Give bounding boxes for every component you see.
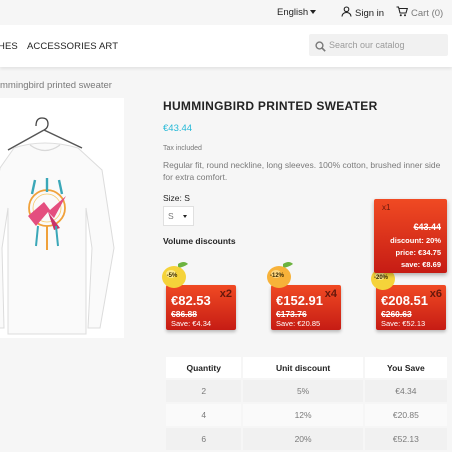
cart-icon — [396, 6, 409, 20]
search-input[interactable] — [329, 37, 444, 53]
discount-card-x4[interactable]: x4 €152.91 €173.76 Save: €20.85 — [271, 285, 341, 330]
table-row: 4 12% €20.85 — [166, 403, 447, 427]
tooltip-discount: discount: 20% — [390, 236, 441, 245]
sweater-illustration — [0, 117, 115, 335]
card-price: €152.91 — [276, 293, 323, 308]
size-label: Size: S — [163, 193, 190, 203]
tooltip-old-price: €43.44 — [413, 222, 441, 232]
nav-item-art[interactable]: ART — [99, 41, 118, 52]
language-label: English — [277, 7, 309, 18]
caret-down-icon — [183, 215, 187, 218]
volume-discount-table: Quantity Unit discount You Save 2 5% €4.… — [166, 357, 447, 452]
card-save: Save: €4.34 — [171, 319, 212, 328]
user-icon — [341, 6, 352, 20]
card-price: €82.53 — [171, 293, 211, 308]
table-row: 2 5% €4.34 — [166, 379, 447, 403]
tooltip-save: save: €8.69 — [400, 260, 441, 269]
table-cell: €4.34 — [363, 379, 447, 403]
badge-percent: -20% — [373, 275, 388, 281]
table-cell: €20.85 — [363, 403, 447, 427]
card-old-price: €260.63 — [381, 309, 412, 319]
column-header-unit-discount: Unit discount — [242, 357, 365, 379]
search-icon[interactable] — [315, 39, 326, 57]
table-row: 6 20% €52.13 — [166, 427, 447, 451]
product-title: HUMMINGBIRD PRINTED SWEATER — [163, 99, 378, 113]
size-select[interactable]: S — [163, 206, 194, 226]
top-bar: English Sign in Cart (0) — [0, 0, 452, 25]
sign-in-link[interactable]: Sign in — [341, 6, 384, 20]
product-description: Regular fit, round neckline, long sleeve… — [163, 160, 441, 182]
tooltip-quantity: x1 — [382, 203, 391, 212]
discount-badge-12: -12% — [265, 260, 297, 290]
card-quantity: x4 — [324, 288, 337, 300]
breadcrumb[interactable]: mmingbird printed sweater — [0, 80, 112, 91]
card-save: Save: €52.13 — [381, 319, 426, 328]
discount-badge-5: -5% — [160, 260, 192, 290]
table-cell: 12% — [242, 403, 365, 427]
table-cell: 5% — [242, 379, 365, 403]
table-cell: 2 — [166, 379, 244, 403]
cart-link[interactable]: Cart (0) — [396, 6, 443, 20]
nav-item-clothes[interactable]: HES — [0, 41, 18, 52]
tax-note: Tax included — [163, 145, 202, 152]
nav-item-accessories[interactable]: ACCESSORIES — [27, 41, 97, 52]
table-header-row: Quantity Unit discount You Save — [166, 357, 447, 379]
table-cell: 4 — [166, 403, 244, 427]
discount-card-x2[interactable]: x2 €82.53 €86.88 Save: €4.34 — [166, 285, 236, 330]
card-old-price: €173.76 — [276, 309, 307, 319]
search-box — [309, 34, 448, 56]
column-header-quantity: Quantity — [166, 357, 244, 379]
product-image[interactable] — [0, 98, 124, 338]
card-quantity: x6 — [429, 288, 442, 300]
card-save: Save: €20.85 — [276, 319, 321, 328]
product-price: €43.44 — [163, 123, 193, 134]
language-selector[interactable]: English — [277, 7, 317, 18]
badge-percent: -12% — [269, 273, 284, 279]
badge-percent: -5% — [166, 273, 178, 279]
caret-down-icon — [310, 10, 317, 14]
breadcrumb-current: mmingbird printed sweater — [0, 80, 112, 91]
tooltip-price: price: €34.75 — [395, 248, 441, 257]
card-price: €208.51 — [381, 293, 428, 308]
cart-label: Cart (0) — [411, 7, 444, 19]
discount-tooltip: x1 €43.44 discount: 20% price: €34.75 sa… — [374, 199, 447, 273]
main-nav: HES ACCESSORIES ART — [0, 25, 452, 67]
table-cell: 6 — [166, 427, 244, 451]
table-cell: 20% — [242, 427, 365, 451]
card-old-price: €86.88 — [171, 309, 197, 319]
table-cell: €52.13 — [363, 427, 447, 451]
card-quantity: x2 — [219, 288, 232, 300]
size-select-value: S — [168, 211, 174, 221]
column-header-you-save: You Save — [363, 357, 447, 379]
volume-discounts-title: Volume discounts — [163, 236, 236, 246]
sign-in-label: Sign in — [355, 7, 385, 19]
